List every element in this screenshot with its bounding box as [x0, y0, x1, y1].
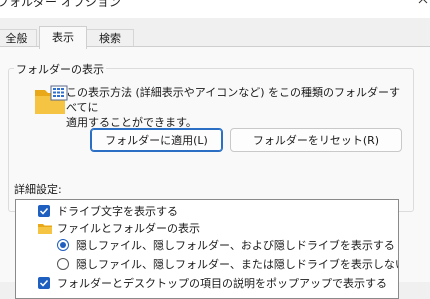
advanced-settings-list[interactable]: ドライブ文字を表示する ファイルとフォルダーの表示 隠しファイル、隠しフォルダー… — [15, 199, 399, 299]
list-item-label: 隠しファイル、隠しフォルダー、および隠しドライブを表示する — [76, 239, 395, 252]
radio-selected[interactable] — [57, 239, 69, 251]
list-item-label: ドライブ文字を表示する — [57, 205, 178, 218]
list-item-label: 隠しファイル、隠しフォルダー、または隠しドライブを表示しない — [76, 258, 399, 271]
description-line-1: この表示方法 (詳細表示やアイコンなど) をこの種類のフォルダーすべてに — [66, 86, 401, 114]
close-button[interactable] — [408, 0, 430, 16]
folder-views-description: この表示方法 (詳細表示やアイコンなど) をこの種類のフォルダーすべてに 適用す… — [66, 85, 406, 130]
list-item-label: フォルダーとデスクトップの項目の説明をポップアップで表示する — [57, 277, 387, 290]
tab-view[interactable]: 表示 — [39, 26, 87, 49]
checkbox-checked[interactable] — [38, 277, 50, 289]
close-icon — [418, 0, 428, 4]
advanced-settings-label: 詳細設定: — [14, 183, 62, 196]
reset-folders-button[interactable]: フォルダーをリセット(R) — [230, 128, 402, 152]
checkmark-icon — [39, 279, 49, 287]
folder-icon — [38, 224, 52, 234]
tab-strip: 全般 表示 検索 — [0, 26, 430, 49]
title-bar: フォルダー オプション — [0, 0, 430, 18]
apply-to-folders-button[interactable]: フォルダーに適用(L) — [90, 128, 223, 152]
window-title: フォルダー オプション — [0, 0, 121, 9]
folder-view-icon — [35, 85, 68, 114]
folder-views-label: フォルダーの表示 — [14, 61, 106, 77]
list-item-label: ファイルとフォルダーの表示 — [57, 222, 200, 235]
radio-unselected[interactable] — [57, 258, 69, 270]
checkbox-checked[interactable] — [38, 205, 50, 217]
checkmark-icon — [39, 207, 49, 215]
